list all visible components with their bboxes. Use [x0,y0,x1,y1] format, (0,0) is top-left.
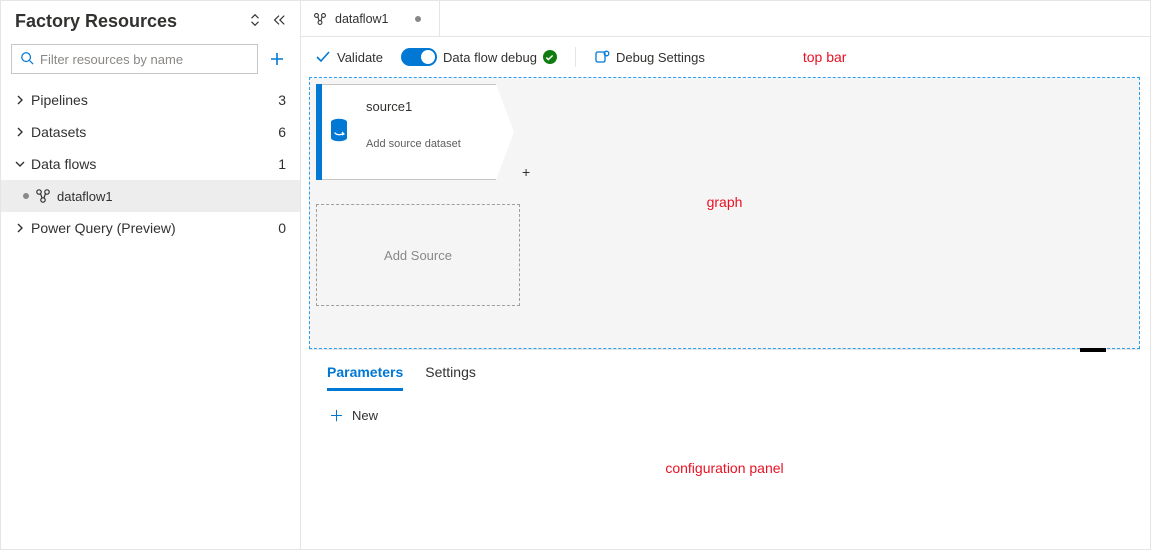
tree-section-label: Data flows [31,156,278,172]
main: dataflow1 Validate Data flow debug Debug… [301,1,1150,549]
tree-section-powerquery[interactable]: Power Query (Preview) 0 [1,212,300,244]
tree-section-count: 6 [278,124,286,140]
sidebar-header: Factory Resources [1,1,300,40]
node-arrow-icon [496,84,514,180]
tree-section-label: Power Query (Preview) [31,220,278,236]
source-node[interactable]: source1 Add source dataset [316,84,514,180]
debug-toggle-label: Data flow debug [443,50,537,65]
config-tab-settings[interactable]: Settings [425,364,476,391]
toggle-on-icon [401,48,437,66]
add-source-placeholder[interactable]: Add Source [316,204,520,306]
tree-section-dataflows[interactable]: Data flows 1 [1,148,300,180]
new-parameter-label: New [352,408,378,423]
annotation-config-panel: configuration panel [665,460,783,476]
editor-tabbar: dataflow1 [301,1,1150,37]
resize-handle[interactable] [1080,348,1106,352]
tree-section-pipelines[interactable]: Pipelines 3 [1,84,300,116]
dataflow-icon [35,188,51,204]
dataflow-icon [313,12,327,26]
tree-item-dataflow1[interactable]: dataflow1 [1,180,300,212]
debug-toggle[interactable]: Data flow debug [401,48,557,66]
annotation-graph: graph [707,194,743,210]
tree-section-label: Datasets [31,124,278,140]
database-icon [329,118,349,147]
search-icon [20,51,34,68]
tree-section-count: 0 [278,220,286,236]
plus-icon: ＋ [329,405,344,426]
editor-tab-dataflow1[interactable]: dataflow1 [301,1,440,37]
unsaved-dot-icon [415,16,421,22]
chevron-right-icon [15,127,29,137]
tree-section-count: 3 [278,92,286,108]
editor-tab-title: dataflow1 [335,12,389,26]
tree-section-label: Pipelines [31,92,278,108]
toolbar: Validate Data flow debug Debug Settings … [301,37,1150,77]
add-transformation-button[interactable]: + [522,164,530,180]
debug-settings-button[interactable]: Debug Settings [594,49,705,65]
collapse-sidebar-icon[interactable] [272,13,286,30]
source-node-subtitle: Add source dataset [366,138,482,150]
new-parameter-button[interactable]: ＋ New [329,405,378,426]
source-node-title: source1 [366,99,482,114]
validate-button[interactable]: Validate [315,49,383,65]
graph-canvas[interactable]: source1 Add source dataset + Add Source … [309,77,1140,349]
add-resource-button[interactable] [264,46,290,72]
chevron-right-icon [15,223,29,233]
annotation-top-bar: top bar [803,49,847,65]
filter-input[interactable] [40,52,249,67]
configuration-panel: Parameters Settings ＋ New configuration … [309,349,1140,549]
tree-section-datasets[interactable]: Datasets 6 [1,116,300,148]
chevron-right-icon [15,95,29,105]
chevron-down-icon [15,159,29,169]
sidebar: Factory Resources [1,1,301,549]
add-source-label: Add Source [384,248,452,263]
filter-input-wrapper[interactable] [11,44,258,74]
expand-all-icon[interactable] [248,13,262,30]
debug-settings-label: Debug Settings [616,50,705,65]
unsaved-dot-icon [23,193,29,199]
sidebar-title: Factory Resources [15,11,177,32]
tree-section-count: 1 [278,156,286,172]
divider [575,47,576,67]
validate-label: Validate [337,50,383,65]
status-ok-icon [543,50,557,64]
tree-item-label: dataflow1 [57,189,113,204]
resource-tree: Pipelines 3 Datasets 6 Data flows 1 [1,84,300,244]
config-tab-parameters[interactable]: Parameters [327,364,403,391]
